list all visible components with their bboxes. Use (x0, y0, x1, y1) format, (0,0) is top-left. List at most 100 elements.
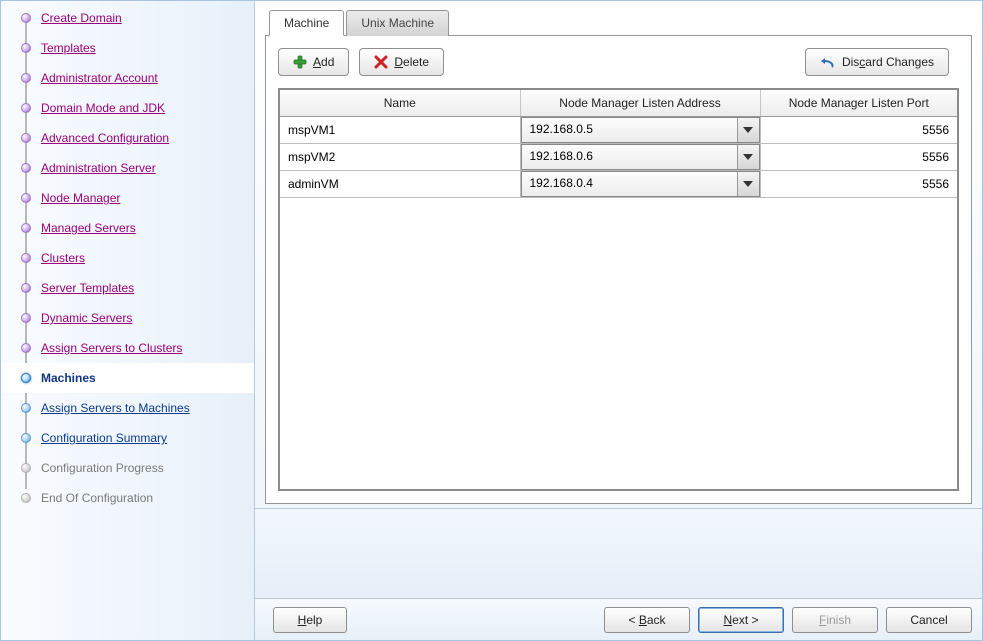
add-button-label: Add (313, 55, 334, 69)
listen-address-select[interactable]: 192.168.0.4 (521, 171, 760, 197)
chevron-down-icon[interactable] (737, 118, 759, 142)
plus-icon (293, 55, 307, 69)
tab-bar: MachineUnix Machine (265, 9, 972, 35)
table-row[interactable]: mspVM1192.168.0.5 5556 (280, 117, 957, 144)
nav-step-dot-icon (21, 223, 31, 233)
nav-step-dot-icon (21, 403, 31, 413)
add-button[interactable]: Add (278, 48, 349, 76)
nav-item-label: Administrator Account (41, 71, 158, 85)
nav-step-dot-icon (21, 103, 31, 113)
tab-body: Add Delete (265, 35, 972, 504)
table-row[interactable]: adminVM192.168.0.4 5556 (280, 171, 957, 198)
tab-unix-machine[interactable]: Unix Machine (346, 10, 449, 36)
help-button[interactable]: Help (273, 607, 347, 633)
nav-item-label: Dynamic Servers (41, 311, 132, 325)
nav-item-machines[interactable]: Machines (1, 363, 254, 393)
back-button[interactable]: < Back (604, 607, 690, 633)
listen-port-cell[interactable]: 5556 (761, 119, 958, 141)
nav-step-dot-icon (21, 433, 31, 443)
content-area: MachineUnix Machine Add (255, 1, 982, 508)
nav-item-label: Domain Mode and JDK (41, 101, 165, 115)
nav-item-label: Assign Servers to Machines (41, 401, 190, 415)
col-header-address[interactable]: Node Manager Listen Address (520, 90, 760, 117)
nav-step-dot-icon (21, 283, 31, 293)
listen-port-cell[interactable]: 5556 (761, 146, 958, 168)
col-header-name[interactable]: Name (280, 90, 520, 117)
nav-item-templates[interactable]: Templates (1, 33, 254, 63)
listen-address-value: 192.168.0.4 (522, 172, 737, 196)
nav-item-label: Create Domain (41, 11, 122, 25)
machine-name-cell[interactable]: mspVM2 (280, 146, 520, 168)
nav-item-configuration-summary[interactable]: Configuration Summary (1, 423, 254, 453)
app-window: Create Domain Templates Administrator Acco… (0, 0, 983, 641)
nav-item-label: Configuration Progress (41, 461, 164, 475)
chevron-down-icon[interactable] (737, 172, 759, 196)
nav-item-configuration-progress: Configuration Progress (1, 453, 254, 483)
nav-item-label: End Of Configuration (41, 491, 153, 505)
tab-machine[interactable]: Machine (269, 10, 344, 36)
machine-name-cell[interactable]: adminVM (280, 173, 520, 195)
nav-item-label: Node Manager (41, 191, 120, 205)
listen-address-value: 192.168.0.6 (522, 145, 737, 169)
nav-step-dot-icon (21, 193, 31, 203)
nav-item-end-of-configuration: End Of Configuration (1, 483, 254, 513)
next-button[interactable]: Next > (698, 607, 784, 633)
nav-item-label: Advanced Configuration (41, 131, 169, 145)
nav-step-dot-icon (21, 163, 31, 173)
nav-step-dot-icon (21, 373, 31, 383)
listen-address-select[interactable]: 192.168.0.5 (521, 117, 760, 143)
nav-item-label: Machines (41, 371, 96, 385)
toolbar: Add Delete (278, 48, 959, 76)
nav-item-node-manager[interactable]: Node Manager (1, 183, 254, 213)
machines-table: Name Node Manager Listen Address Node Ma… (280, 90, 957, 198)
main-area: MachineUnix Machine Add (255, 1, 982, 640)
col-header-port[interactable]: Node Manager Listen Port (760, 90, 957, 117)
nav-item-create-domain[interactable]: Create Domain (1, 3, 254, 33)
finish-button[interactable]: Finish (792, 607, 878, 633)
nav-item-dynamic-servers[interactable]: Dynamic Servers (1, 303, 254, 333)
nav-item-assign-servers-to-clusters[interactable]: Assign Servers to Clusters (1, 333, 254, 363)
delete-x-icon (374, 55, 388, 69)
nav-step-dot-icon (21, 133, 31, 143)
nav-list: Create Domain Templates Administrator Acco… (1, 3, 254, 513)
nav-step-dot-icon (21, 13, 31, 23)
nav-item-managed-servers[interactable]: Managed Servers (1, 213, 254, 243)
delete-button-label: Delete (394, 55, 429, 69)
nav-step-dot-icon (21, 43, 31, 53)
chevron-down-icon[interactable] (737, 145, 759, 169)
nav-item-advanced-configuration[interactable]: Advanced Configuration (1, 123, 254, 153)
footer-bar: Help < Back Next > Finish Cancel (255, 598, 982, 640)
nav-item-assign-servers-to-machines[interactable]: Assign Servers to Machines (1, 393, 254, 423)
nav-step-dot-icon (21, 493, 31, 503)
machines-table-wrap: Name Node Manager Listen Address Node Ma… (278, 88, 959, 491)
nav-item-clusters[interactable]: Clusters (1, 243, 254, 273)
nav-item-server-templates[interactable]: Server Templates (1, 273, 254, 303)
nav-step-dot-icon (21, 343, 31, 353)
nav-step-dot-icon (21, 463, 31, 473)
wizard-sidebar: Create Domain Templates Administrator Acco… (1, 1, 255, 640)
nav-item-administration-server[interactable]: Administration Server (1, 153, 254, 183)
nav-item-domain-mode-and-jdk[interactable]: Domain Mode and JDK (1, 93, 254, 123)
listen-address-select[interactable]: 192.168.0.6 (521, 144, 760, 170)
nav-item-administrator-account[interactable]: Administrator Account (1, 63, 254, 93)
delete-button[interactable]: Delete (359, 48, 444, 76)
cancel-button[interactable]: Cancel (886, 607, 972, 633)
nav-item-label: Templates (41, 41, 96, 55)
nav-item-label: Assign Servers to Clusters (41, 341, 182, 355)
discard-changes-button[interactable]: Discard Changes (805, 48, 949, 76)
nav-item-label: Configuration Summary (41, 431, 167, 445)
discard-changes-label: Discard Changes (842, 55, 934, 69)
machine-name-cell[interactable]: mspVM1 (280, 119, 520, 141)
listen-port-cell[interactable]: 5556 (761, 173, 958, 195)
nav-item-label: Clusters (41, 251, 85, 265)
nav-step-dot-icon (21, 253, 31, 263)
table-row[interactable]: mspVM2192.168.0.6 5556 (280, 144, 957, 171)
nav-item-label: Server Templates (41, 281, 134, 295)
nav-step-dot-icon (21, 313, 31, 323)
undo-icon (820, 55, 836, 69)
listen-address-value: 192.168.0.5 (522, 118, 737, 142)
nav-item-label: Administration Server (41, 161, 156, 175)
nav-item-label: Managed Servers (41, 221, 136, 235)
lower-message-panel (255, 508, 982, 598)
nav-step-dot-icon (21, 73, 31, 83)
